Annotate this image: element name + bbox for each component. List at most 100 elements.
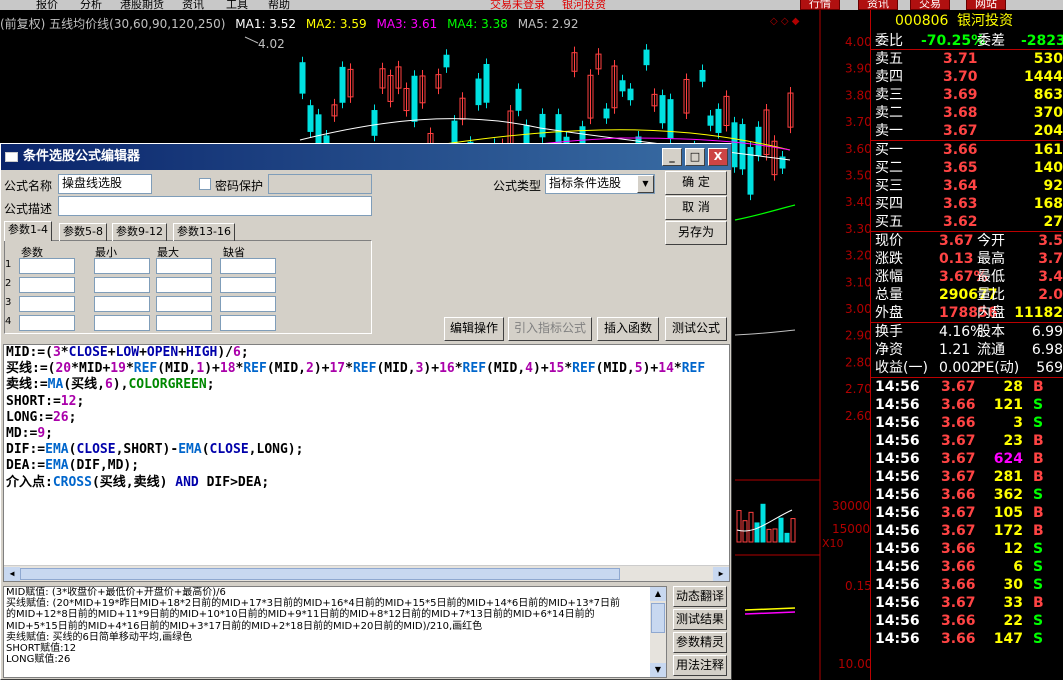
tick-volume: 22 bbox=[1003, 613, 1023, 629]
ma3-value: MA3: 3.61 bbox=[376, 17, 438, 31]
formula-name-input[interactable]: 操盘线选股 bbox=[58, 174, 152, 194]
vertical-scrollbar[interactable]: ▲ ▼ bbox=[650, 587, 666, 677]
param-row-index: 3 bbox=[5, 297, 12, 308]
stat-label: 收益(一) bbox=[875, 360, 928, 376]
save-as-button[interactable]: 另存为 bbox=[665, 221, 727, 245]
close-button[interactable]: X bbox=[708, 148, 728, 166]
buy-order-row: 买四 3.63 168 bbox=[871, 195, 1063, 213]
scroll-down-icon[interactable]: ▼ bbox=[650, 663, 666, 677]
chart-nav-markers[interactable]: ◇ ◇ ◆ bbox=[770, 16, 800, 27]
menu-item-quotes[interactable]: 报价 bbox=[36, 0, 58, 10]
param-default-input[interactable] bbox=[220, 277, 276, 293]
test-formula-button[interactable]: 测试公式 bbox=[665, 317, 727, 341]
stat-label: 净资 bbox=[875, 342, 903, 358]
chart-title: (前复权) 五线均价线(30,60,90,120,250) bbox=[0, 17, 226, 31]
param-min-input[interactable] bbox=[94, 296, 150, 312]
app-icon bbox=[5, 152, 18, 162]
menu-item-hk-futures[interactable]: 港股期货 bbox=[120, 0, 164, 10]
cancel-button[interactable]: 取 消 bbox=[665, 196, 727, 220]
param-max-input[interactable] bbox=[156, 277, 212, 293]
tick-price: 3.67 bbox=[941, 451, 976, 467]
param-min-input[interactable] bbox=[94, 277, 150, 293]
stat-value: 569 bbox=[1036, 360, 1063, 376]
tick-volume: 6 bbox=[1013, 559, 1023, 575]
menu-item-analysis[interactable]: 分析 bbox=[80, 0, 102, 10]
code-line: MID:=(3*CLOSE+LOW+OPEN+HIGH)/6; bbox=[6, 345, 249, 360]
param-name-input[interactable] bbox=[19, 277, 75, 293]
tab-params-9-12[interactable]: 参数9-12 bbox=[112, 223, 167, 241]
insert-function-button[interactable]: 插入函数 bbox=[597, 317, 659, 341]
param-min-input[interactable] bbox=[94, 258, 150, 274]
param-name-input[interactable] bbox=[19, 296, 75, 312]
stat-label: 涨幅 bbox=[875, 269, 903, 285]
formula-type-select[interactable]: 指标条件选股 ▼ bbox=[545, 174, 655, 194]
param-default-input[interactable] bbox=[220, 296, 276, 312]
stat-value: 11182 bbox=[1014, 305, 1063, 321]
dialog-titlebar[interactable]: 条件选股公式编辑器 _ □ X bbox=[1, 144, 731, 170]
quote-button[interactable]: 行情 bbox=[800, 0, 840, 10]
edit-ops-button[interactable]: 编辑操作 bbox=[444, 317, 504, 341]
password-checkbox[interactable] bbox=[199, 178, 211, 190]
explain-line: 买线赋值: (20*MID+19*昨日MID+18*2日前的MID+17*3日前… bbox=[6, 598, 621, 610]
param-max-input[interactable] bbox=[156, 296, 212, 312]
tick-price: 3.67 bbox=[941, 469, 976, 485]
param-default-input[interactable] bbox=[220, 315, 276, 331]
minimize-button[interactable]: _ bbox=[662, 148, 682, 166]
param-max-input[interactable] bbox=[156, 315, 212, 331]
formula-editor-dialog: 条件选股公式编辑器 _ □ X 公式名称 操盘线选股 密码保护 公式类型 指标条… bbox=[0, 143, 732, 680]
tab-params-13-16[interactable]: 参数13-16 bbox=[173, 223, 235, 241]
stat-label: 股本 bbox=[977, 324, 1005, 340]
order-price: 3.64 bbox=[943, 178, 978, 194]
test-result-button[interactable]: 测试结果 bbox=[673, 609, 727, 630]
scroll-left-icon[interactable]: ◀ bbox=[4, 567, 20, 581]
formula-desc-input[interactable] bbox=[58, 196, 372, 216]
ok-button[interactable]: 确 定 bbox=[665, 171, 727, 195]
sell-order-row: 卖一 3.67 204 bbox=[871, 122, 1063, 140]
usage-notes-button[interactable]: 用法注释 bbox=[673, 655, 727, 676]
order-price: 3.62 bbox=[943, 214, 978, 230]
maximize-button[interactable]: □ bbox=[685, 148, 705, 166]
menu-item-tools[interactable]: 工具 bbox=[226, 0, 248, 10]
param-name-input[interactable] bbox=[19, 315, 75, 331]
trade-button[interactable]: 交易 bbox=[910, 0, 950, 10]
scroll-right-icon[interactable]: ▶ bbox=[713, 567, 729, 581]
menu-item-help[interactable]: 帮助 bbox=[268, 0, 290, 10]
formula-code-editor[interactable]: MID:=(3*CLOSE+LOW+OPEN+HIGH)/6; 买线:=(20*M… bbox=[3, 344, 730, 582]
param-max-input[interactable] bbox=[156, 258, 212, 274]
volume-bar bbox=[778, 517, 784, 543]
param-wizard-button[interactable]: 参数精灵 bbox=[673, 632, 727, 653]
scroll-up-icon[interactable]: ▲ bbox=[650, 587, 666, 601]
formula-explanation: MID赋值: (3*收盘价+最低价+开盘价+最高价)/6 买线赋值: (20*MI… bbox=[3, 586, 667, 678]
dynamic-translate-button[interactable]: 动态翻译 bbox=[673, 586, 727, 607]
tab-params-1-4[interactable]: 参数1-4 bbox=[4, 221, 52, 241]
tick-price: 3.66 bbox=[941, 487, 976, 503]
tick-time: 14:56 bbox=[875, 577, 920, 593]
tick-row: 14:56 3.66 147 S bbox=[871, 630, 1063, 648]
tick-side: S bbox=[1033, 559, 1044, 575]
order-price: 3.70 bbox=[943, 69, 978, 85]
tab-params-5-8[interactable]: 参数5-8 bbox=[59, 223, 107, 241]
tick-list[interactable]: 14:56 3.67 28 B 14:56 3.66 121 S 14:56 3.66 3 S 14:5… bbox=[871, 378, 1063, 648]
order-level-label: 卖四 bbox=[875, 69, 903, 85]
vscroll-thumb[interactable] bbox=[651, 603, 665, 633]
volume-bar bbox=[760, 503, 766, 543]
website-button[interactable]: 网站 bbox=[966, 0, 1006, 10]
param-min-input[interactable] bbox=[94, 315, 150, 331]
stat-value: 6.98 bbox=[1031, 342, 1063, 358]
stock-code: 000806 bbox=[895, 13, 949, 29]
stat-value: 1.21 bbox=[939, 342, 971, 358]
price-axis-tick: 3.50 bbox=[845, 169, 870, 183]
tick-price: 3.67 bbox=[941, 523, 976, 539]
horizontal-scrollbar[interactable]: ◀ ▶ bbox=[4, 565, 729, 581]
tick-time: 14:56 bbox=[875, 541, 920, 557]
news-button[interactable]: 资讯 bbox=[858, 0, 898, 10]
tick-row: 14:56 3.66 12 S bbox=[871, 540, 1063, 558]
stat-value: 3.4 bbox=[1038, 269, 1063, 285]
import-indicator-button: 引入指标公式 bbox=[508, 317, 592, 341]
formula-type-value: 指标条件选股 bbox=[549, 176, 622, 190]
param-name-input[interactable] bbox=[19, 258, 75, 274]
chevron-down-icon[interactable]: ▼ bbox=[637, 175, 654, 193]
param-default-input[interactable] bbox=[220, 258, 276, 274]
scroll-thumb[interactable] bbox=[20, 568, 620, 580]
menu-item-news[interactable]: 资讯 bbox=[182, 0, 204, 10]
